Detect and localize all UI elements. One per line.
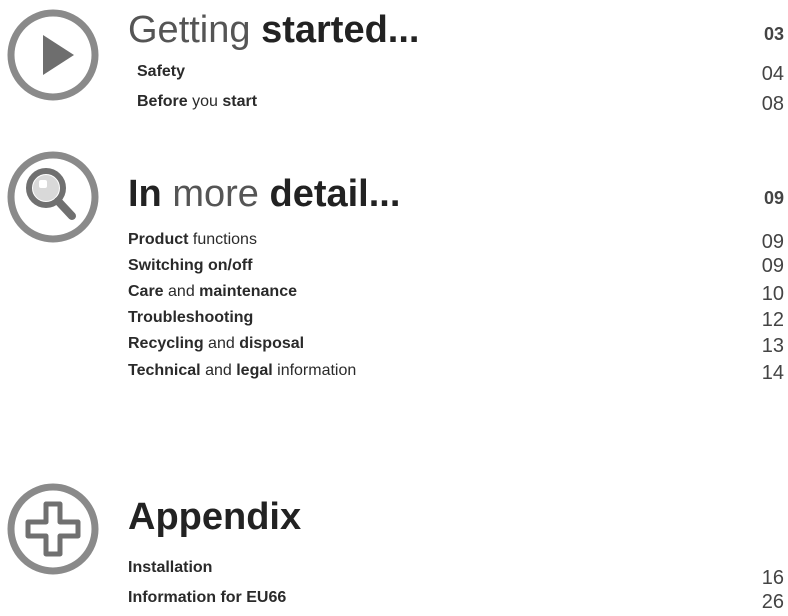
toc-entry[interactable]: Technical and legal information	[128, 361, 356, 381]
toc-page-number: 12	[761, 309, 784, 331]
magnifier-icon	[6, 150, 100, 244]
toc-entry[interactable]: Product functions	[128, 230, 257, 250]
toc-page-number: 16	[761, 567, 784, 589]
toc-page-number: 09	[761, 231, 784, 253]
plus-icon	[6, 482, 100, 576]
toc-entry[interactable]: Care and maintenance	[128, 282, 297, 302]
section-page-number: 09	[763, 188, 784, 208]
section-title-getting-started: Getting started...	[128, 9, 420, 51]
toc-page-number: 13	[761, 335, 784, 357]
play-icon	[6, 8, 100, 102]
toc-entry[interactable]: Before you start	[137, 92, 257, 112]
toc-page-number: 26	[761, 591, 784, 613]
section-title-in-more-detail: In more detail...	[128, 173, 401, 215]
toc-entry[interactable]: Safety	[137, 62, 185, 82]
toc-page-number: 08	[761, 93, 784, 115]
toc-page-number: 10	[761, 283, 784, 305]
toc-page-number: 14	[761, 362, 784, 384]
section-title-appendix: Appendix	[128, 496, 302, 538]
toc-entry[interactable]: Recycling and disposal	[128, 334, 304, 354]
toc-page-number: 09	[761, 255, 784, 277]
toc-entry[interactable]: Information for EU66	[128, 588, 286, 608]
section-page-number: 03	[763, 24, 784, 44]
toc-entry[interactable]: Switching on/off	[128, 256, 252, 276]
toc-entry[interactable]: Installation	[128, 558, 212, 578]
toc-entry[interactable]: Troubleshooting	[128, 308, 253, 328]
toc-page-number: 04	[761, 63, 784, 85]
